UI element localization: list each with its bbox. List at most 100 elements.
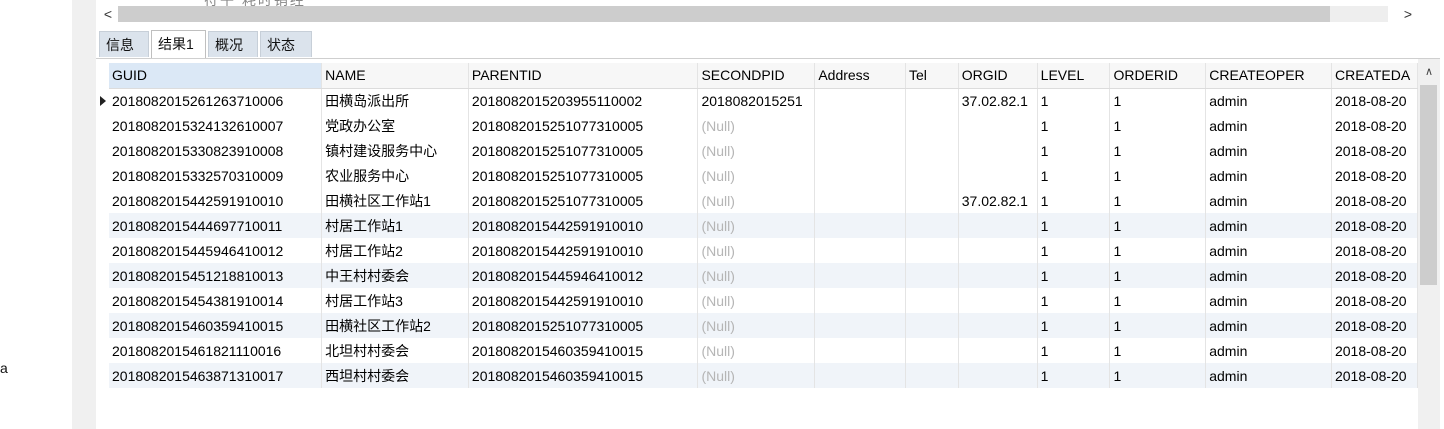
table-cell-guid[interactable]: 2018082015451218810013 (109, 263, 323, 288)
table-row[interactable]: 2018082015451218810013 中王村村委会 201808201544… (109, 263, 1418, 288)
table-cell-tel[interactable] (905, 163, 959, 188)
table-cell-parentid[interactable]: 2018082015203955110002 (468, 88, 699, 113)
column-header-tel[interactable]: Tel (905, 63, 959, 89)
table-row[interactable]: 2018082015324132610007 党政办公室 2018082015251… (109, 113, 1418, 138)
table-cell-createoper[interactable]: admin (1205, 138, 1332, 163)
table-cell-parentid[interactable]: 2018082015251077310005 (468, 188, 699, 213)
table-cell-parentid[interactable]: 2018082015251077310005 (468, 138, 699, 163)
column-header-address[interactable]: Address (814, 63, 907, 89)
top-horizontal-scrollbar[interactable]: 符午 耗时销经 < > (96, 0, 1444, 28)
table-cell-secondpid[interactable]: (Null) (697, 113, 816, 138)
table-cell-orgid[interactable] (958, 263, 1038, 288)
column-header-guid[interactable]: GUID (109, 63, 323, 89)
table-cell-level[interactable]: 1 (1037, 313, 1111, 338)
table-row[interactable]: 2018082015330823910008 镇村建设服务中心 2018082015… (109, 138, 1418, 163)
table-cell-orderid[interactable]: 1 (1109, 338, 1207, 363)
table-cell-orgid[interactable] (958, 138, 1038, 163)
table-cell-guid[interactable]: 2018082015460359410015 (109, 313, 323, 338)
table-cell-guid[interactable]: 2018082015454381910014 (109, 288, 323, 313)
table-cell-createda[interactable]: 2018-08-20 (1331, 88, 1418, 113)
table-cell-address[interactable] (814, 213, 907, 238)
table-cell-level[interactable]: 1 (1037, 213, 1111, 238)
tab-info[interactable]: 信息 (99, 31, 149, 57)
table-cell-createda[interactable]: 2018-08-20 (1331, 363, 1418, 388)
table-cell-guid[interactable]: 2018082015324132610007 (109, 113, 323, 138)
table-cell-guid[interactable]: 2018082015332570310009 (109, 163, 323, 188)
table-cell-tel[interactable] (905, 238, 959, 263)
table-cell-orderid[interactable]: 1 (1109, 88, 1207, 113)
table-cell-secondpid[interactable]: (Null) (697, 138, 816, 163)
table-cell-orgid[interactable] (958, 238, 1038, 263)
table-row[interactable]: 2018082015445946410012 村居工作站2 201808201544… (109, 238, 1418, 263)
table-cell-orgid[interactable] (958, 313, 1038, 338)
table-cell-createoper[interactable]: admin (1205, 188, 1332, 213)
table-cell-level[interactable]: 1 (1037, 363, 1111, 388)
table-cell-orderid[interactable]: 1 (1109, 288, 1207, 313)
table-cell-address[interactable] (814, 238, 907, 263)
table-cell-address[interactable] (814, 163, 907, 188)
table-cell-orderid[interactable]: 1 (1109, 163, 1207, 188)
scroll-right-arrow-icon[interactable]: > (1400, 5, 1416, 23)
column-header-name[interactable]: NAME (321, 63, 469, 89)
table-cell-orgid[interactable]: 37.02.82.1 (958, 88, 1038, 113)
table-cell-address[interactable] (814, 188, 907, 213)
table-cell-guid[interactable]: 2018082015463871310017 (109, 363, 323, 388)
table-cell-createda[interactable]: 2018-08-20 (1331, 188, 1418, 213)
table-cell-parentid[interactable]: 2018082015442591910010 (468, 213, 699, 238)
table-cell-secondpid[interactable]: (Null) (697, 313, 816, 338)
table-cell-guid[interactable]: 2018082015261263710006 (109, 88, 323, 113)
table-cell-orderid[interactable]: 1 (1109, 138, 1207, 163)
table-cell-name[interactable]: 农业服务中心 (321, 163, 469, 188)
table-cell-name[interactable]: 村居工作站2 (321, 238, 469, 263)
table-cell-orgid[interactable] (958, 288, 1038, 313)
table-cell-level[interactable]: 1 (1037, 288, 1111, 313)
table-cell-createda[interactable]: 2018-08-20 (1331, 113, 1418, 138)
table-cell-orderid[interactable]: 1 (1109, 188, 1207, 213)
table-cell-name[interactable]: 田横岛派出所 (321, 88, 469, 113)
table-cell-guid[interactable]: 2018082015461821110016 (109, 338, 323, 363)
table-row[interactable]: 2018082015442591910010 田横社区工作站1 2018082015… (109, 188, 1418, 213)
table-cell-address[interactable] (814, 363, 907, 388)
table-cell-tel[interactable] (905, 338, 959, 363)
table-cell-createda[interactable]: 2018-08-20 (1331, 288, 1418, 313)
table-cell-name[interactable]: 村居工作站3 (321, 288, 469, 313)
table-cell-orgid[interactable]: 37.02.82.1 (958, 188, 1038, 213)
table-cell-parentid[interactable]: 2018082015460359410015 (468, 338, 699, 363)
tab-status[interactable]: 状态 (260, 31, 312, 57)
table-cell-name[interactable]: 党政办公室 (321, 113, 469, 138)
table-cell-createoper[interactable]: admin (1205, 213, 1332, 238)
table-row[interactable]: 2018082015261263710006 田横岛派出所 201808201520… (109, 88, 1418, 113)
scroll-left-arrow-icon[interactable]: < (100, 5, 116, 23)
column-header-createoper[interactable]: CREATEOPER (1205, 63, 1332, 89)
scroll-track[interactable] (118, 6, 1388, 22)
table-cell-guid[interactable]: 2018082015330823910008 (109, 138, 323, 163)
table-cell-createda[interactable]: 2018-08-20 (1331, 313, 1418, 338)
table-cell-tel[interactable] (905, 213, 959, 238)
table-cell-orgid[interactable] (958, 363, 1038, 388)
table-cell-address[interactable] (814, 113, 907, 138)
table-cell-tel[interactable] (905, 138, 959, 163)
table-cell-createoper[interactable]: admin (1205, 338, 1332, 363)
table-cell-secondpid[interactable]: (Null) (697, 238, 816, 263)
table-cell-address[interactable] (814, 138, 907, 163)
table-cell-guid[interactable]: 2018082015444697710011 (109, 213, 323, 238)
table-cell-orderid[interactable]: 1 (1109, 213, 1207, 238)
table-cell-level[interactable]: 1 (1037, 138, 1111, 163)
table-cell-name[interactable]: 镇村建设服务中心 (321, 138, 469, 163)
table-cell-name[interactable]: 田横社区工作站1 (321, 188, 469, 213)
table-cell-orderid[interactable]: 1 (1109, 363, 1207, 388)
table-cell-secondpid[interactable]: (Null) (697, 363, 816, 388)
table-cell-createda[interactable]: 2018-08-20 (1331, 238, 1418, 263)
table-cell-parentid[interactable]: 2018082015251077310005 (468, 313, 699, 338)
table-cell-createoper[interactable]: admin (1205, 288, 1332, 313)
table-cell-level[interactable]: 1 (1037, 113, 1111, 138)
table-cell-secondpid[interactable]: (Null) (697, 338, 816, 363)
vertical-scrollbar[interactable]: ∧ (1418, 59, 1440, 429)
column-header-secondpid[interactable]: SECONDPID (697, 63, 816, 89)
table-cell-parentid[interactable]: 2018082015251077310005 (468, 113, 699, 138)
table-cell-secondpid[interactable]: (Null) (697, 213, 816, 238)
table-cell-tel[interactable] (905, 88, 959, 113)
column-header-orgid[interactable]: ORGID (958, 63, 1038, 89)
table-cell-createoper[interactable]: admin (1205, 313, 1332, 338)
table-cell-secondpid[interactable]: (Null) (697, 188, 816, 213)
